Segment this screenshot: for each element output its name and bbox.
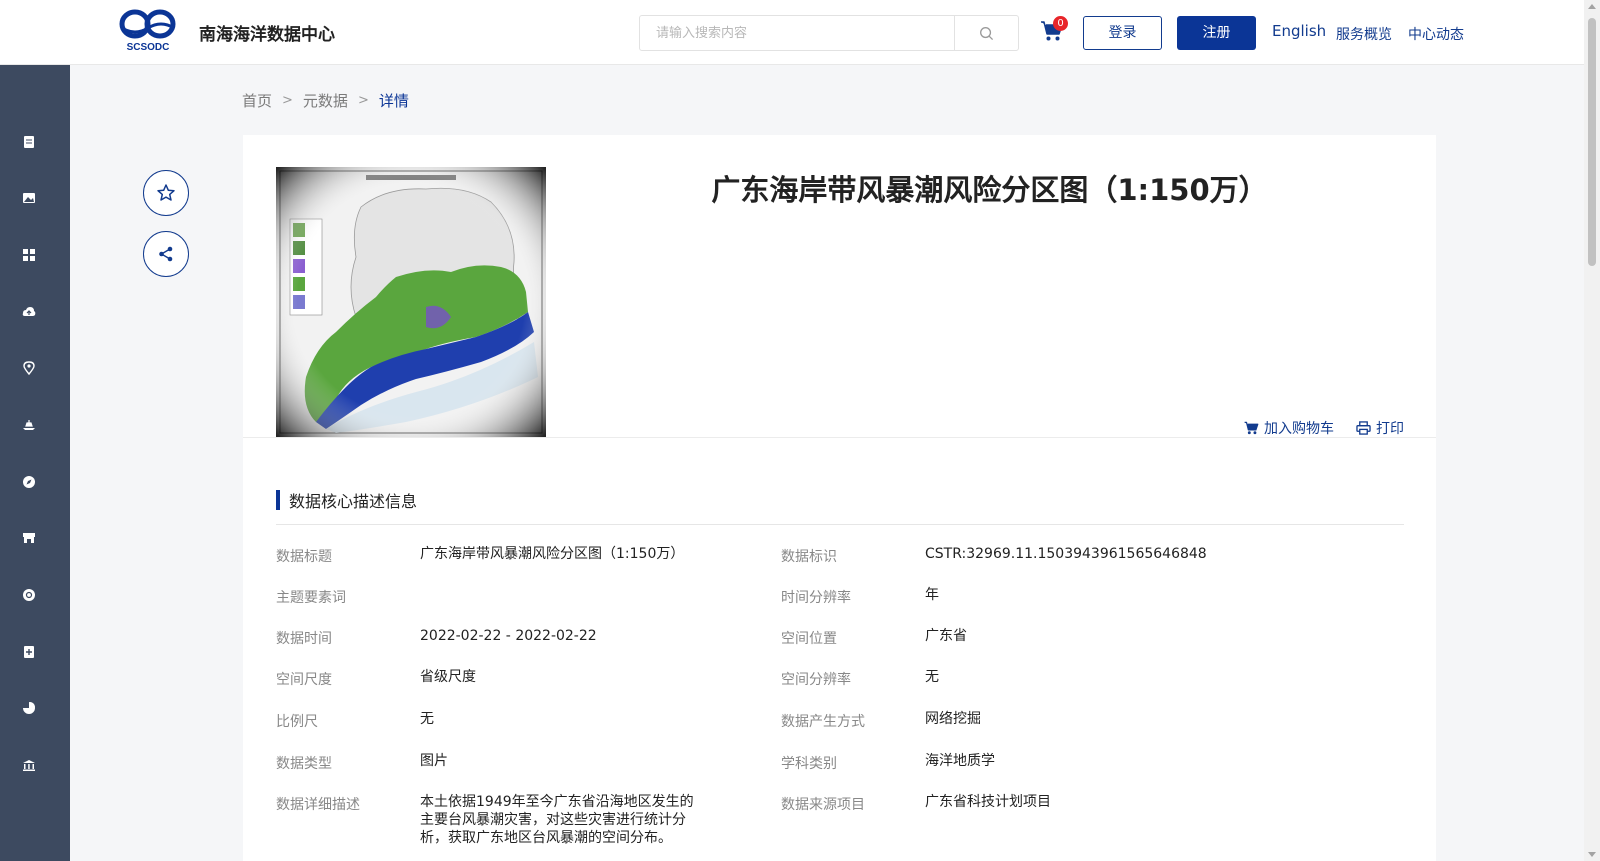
- field-value: 2022-02-22 - 2022-02-22: [420, 628, 597, 644]
- image-icon[interactable]: [22, 191, 36, 205]
- pie-chart-icon[interactable]: [22, 701, 36, 715]
- field-value: 海洋地质学: [925, 753, 995, 769]
- section-accent-bar: [276, 490, 280, 510]
- detail-title: 广东海岸带风暴潮风险分区图（1:150万）: [711, 173, 1268, 207]
- printer-icon: [1356, 421, 1371, 435]
- field-value: 省级尺度: [420, 669, 476, 685]
- nav-service-overview-link[interactable]: 服务概览: [1336, 24, 1392, 44]
- field-label: 时间分辨率: [781, 590, 851, 606]
- nav-center-news-link[interactable]: 中心动态: [1408, 24, 1464, 44]
- field-value: 无: [925, 669, 939, 685]
- field-value: 年: [925, 587, 939, 603]
- share-button[interactable]: [143, 231, 189, 277]
- section-header: 数据核心描述信息: [276, 488, 417, 512]
- field-value: CSTR:32969.11.1503943961565646848: [925, 546, 1207, 562]
- field-label: 数据类型: [276, 756, 332, 772]
- register-button[interactable]: 注册: [1177, 16, 1256, 50]
- share-icon: [159, 246, 173, 262]
- scroll-up-arrow[interactable]: [1588, 4, 1596, 9]
- breadcrumb-home[interactable]: 首页: [242, 90, 272, 111]
- login-button[interactable]: 登录: [1083, 16, 1162, 50]
- compass-icon[interactable]: [22, 475, 36, 489]
- field-label: 空间分辨率: [781, 672, 851, 688]
- location-pin-icon[interactable]: [22, 361, 36, 375]
- cart-count-badge: 0: [1053, 16, 1068, 31]
- left-sidebar: [0, 65, 70, 861]
- card-actions: 加入购物车 打印: [1244, 418, 1404, 438]
- field-value: 广东省科技计划项目: [925, 794, 1051, 810]
- top-header: SCSODC 南海海洋数据中心 0 登录 注册 English 服务概览 中心动…: [0, 0, 1584, 65]
- cloud-upload-icon[interactable]: [22, 305, 36, 319]
- cart-icon: [1244, 421, 1259, 435]
- field-value: 无: [420, 711, 434, 727]
- breadcrumb-metadata[interactable]: 元数据: [303, 90, 348, 111]
- section-divider: [276, 524, 1404, 525]
- add-to-cart-button[interactable]: 加入购物车: [1244, 418, 1334, 438]
- ship-icon[interactable]: [22, 418, 36, 432]
- field-label: 数据详细描述: [276, 797, 360, 813]
- print-label: 打印: [1376, 421, 1404, 437]
- search-box: [639, 15, 1019, 51]
- svg-text:SCSODC: SCSODC: [127, 42, 170, 52]
- field-label: 数据标题: [276, 549, 332, 565]
- field-value: 广东省: [925, 628, 967, 644]
- field-value: 网络挖掘: [925, 711, 981, 727]
- field-label: 数据产生方式: [781, 714, 865, 730]
- add-to-cart-label: 加入购物车: [1264, 421, 1334, 437]
- field-label: 空间位置: [781, 631, 837, 647]
- field-value: 本土依据1949年至今广东省沿海地区发生的主要台风暴潮灾害，对这些灾害进行统计分…: [420, 794, 694, 846]
- grid-icon[interactable]: [22, 248, 36, 262]
- field-label: 数据标识: [781, 549, 837, 565]
- globe-icon[interactable]: [22, 588, 36, 602]
- scroll-down-arrow[interactable]: [1588, 852, 1596, 857]
- section-title: 数据核心描述信息: [289, 492, 418, 511]
- star-icon: [157, 184, 175, 201]
- page-scrollbar[interactable]: [1584, 0, 1600, 861]
- field-value: 广东海岸带风暴潮风险分区图（1:150万）: [420, 546, 685, 562]
- field-label: 学科类别: [781, 756, 837, 772]
- detail-card: 广东海岸带风暴潮风险分区图（1:150万） 加入购物车 打印 数据核心描述信息 …: [243, 135, 1436, 861]
- search-button[interactable]: [954, 16, 1018, 50]
- card-divider: [243, 437, 1436, 438]
- chevron-right-icon: >: [357, 93, 369, 108]
- search-icon: [980, 26, 994, 40]
- breadcrumb: 首页 > 元数据 > 详情: [242, 90, 409, 111]
- field-label: 比例尺: [276, 714, 318, 730]
- site-logo[interactable]: SCSODC: [118, 6, 178, 53]
- print-button[interactable]: 打印: [1356, 418, 1404, 438]
- file-add-icon[interactable]: [22, 645, 36, 659]
- cart-button[interactable]: 0: [1040, 16, 1068, 46]
- field-label: 主题要素词: [276, 590, 346, 606]
- field-label: 数据时间: [276, 631, 332, 647]
- scroll-thumb[interactable]: [1588, 18, 1596, 266]
- nav-english-link[interactable]: English: [1272, 22, 1326, 40]
- document-icon[interactable]: [22, 135, 36, 149]
- search-input[interactable]: [640, 16, 956, 50]
- building-icon[interactable]: [22, 758, 36, 772]
- field-label: 数据来源项目: [781, 797, 865, 813]
- breadcrumb-detail: 详情: [378, 92, 409, 110]
- chevron-right-icon: >: [282, 93, 293, 108]
- site-title[interactable]: 南海海洋数据中心: [199, 20, 335, 45]
- store-icon[interactable]: [22, 531, 36, 545]
- field-value: 图片: [420, 753, 448, 769]
- field-label: 空间尺度: [276, 672, 332, 688]
- favorite-button[interactable]: [143, 170, 189, 216]
